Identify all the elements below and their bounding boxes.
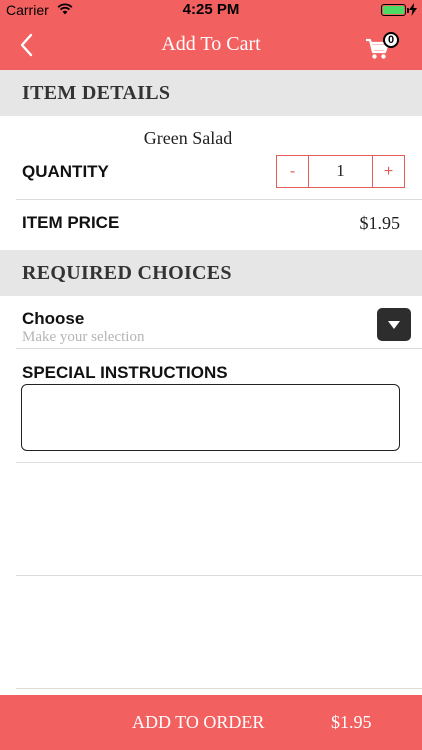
item-details-title: ITEM DETAILS [22, 82, 171, 104]
special-instructions-label: SPECIAL INSTRUCTIONS [22, 363, 228, 382]
increase-quantity-button[interactable]: + [372, 156, 404, 187]
add-to-order-button[interactable]: ADD TO ORDER $1.95 [0, 695, 422, 750]
status-bar: Carrier 4:25 PM [0, 0, 422, 20]
divider [16, 348, 422, 349]
divider [16, 575, 422, 576]
item-name: Green Salad [143, 128, 233, 148]
cart-count-badge: 0 [383, 32, 399, 48]
item-price-value: $1.95 [359, 213, 401, 233]
caret-down-icon [388, 321, 400, 329]
quantity-value[interactable]: 1 [309, 156, 372, 187]
page-title: Add To Cart [161, 33, 261, 55]
item-details-header: ITEM DETAILS [0, 70, 422, 116]
choose-subtitle: Make your selection [22, 329, 145, 345]
charging-icon [409, 3, 417, 16]
divider [16, 199, 422, 200]
decrease-quantity-button[interactable]: - [277, 156, 309, 187]
clock-label: 4:25 PM [182, 1, 240, 18]
nav-bar: Add To Cart 0 [0, 20, 422, 70]
special-instructions-input[interactable] [21, 384, 400, 451]
required-choices-title: REQUIRED CHOICES [22, 262, 232, 284]
choice-dropdown-button[interactable] [377, 308, 411, 341]
divider [16, 462, 422, 463]
divider [16, 688, 422, 689]
add-to-order-label: ADD TO ORDER [132, 712, 265, 732]
order-total: $1.95 [331, 712, 372, 732]
quantity-stepper: - 1 + [276, 155, 405, 188]
required-choices-header: REQUIRED CHOICES [0, 250, 422, 296]
battery-icon [381, 4, 406, 16]
item-price-label: ITEM PRICE [22, 213, 120, 232]
choose-title: Choose [22, 309, 85, 328]
quantity-label: QUANTITY [22, 162, 109, 181]
